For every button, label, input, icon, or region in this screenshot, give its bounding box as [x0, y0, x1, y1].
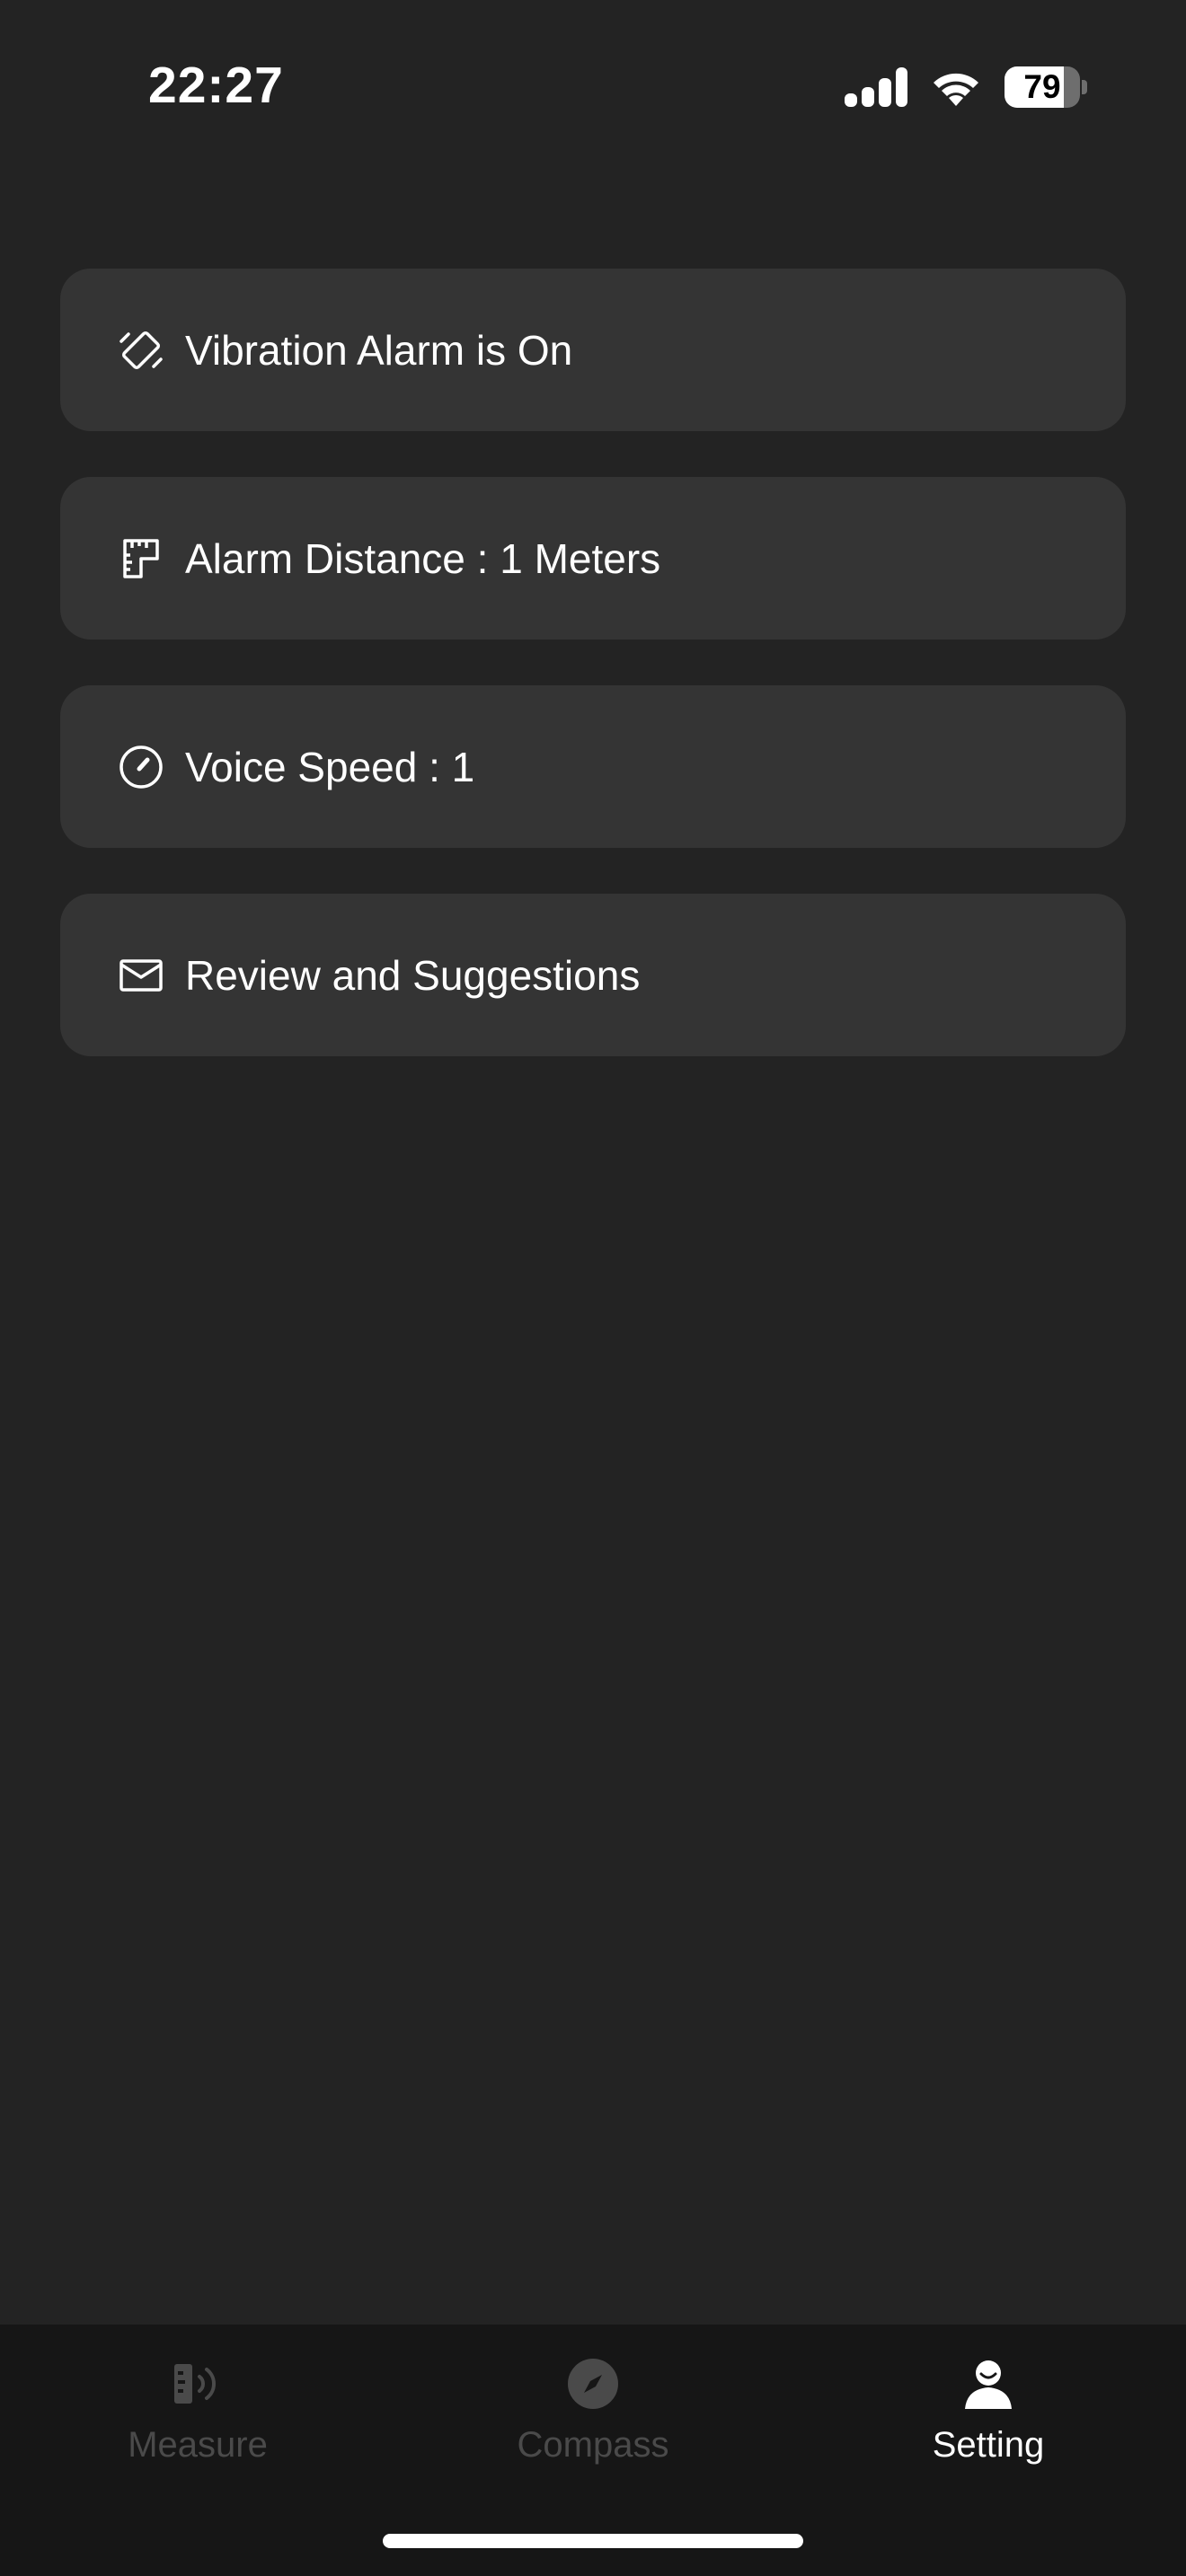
measure-icon [174, 2364, 216, 2404]
setting-label: Vibration Alarm is On [185, 326, 573, 374]
mail-icon [118, 952, 164, 999]
voice-speed-setting[interactable]: Voice Speed : 1 [60, 685, 1126, 848]
vibration-alarm-setting[interactable]: Vibration Alarm is On [60, 269, 1126, 431]
tab-label: Measure [128, 2425, 268, 2465]
speedometer-icon [118, 744, 164, 790]
vibration-icon [118, 327, 164, 374]
ruler-icon [118, 535, 164, 582]
home-indicator[interactable] [383, 2534, 803, 2548]
setting-label: Alarm Distance : 1 Meters [185, 534, 661, 582]
tab-label: Setting [932, 2425, 1045, 2465]
battery-percentage: 79 [1023, 68, 1061, 105]
status-icons: 79 [845, 65, 1087, 110]
battery-indicator: 79 [1005, 66, 1087, 108]
compass-icon [568, 2359, 618, 2409]
status-time: 22:27 [148, 57, 284, 114]
setting-label: Voice Speed : 1 [185, 743, 475, 790]
setting-label: Review and Suggestions [185, 951, 641, 999]
tab-compass[interactable]: Compass [395, 2325, 791, 2504]
wifi-icon [934, 73, 978, 106]
person-icon [965, 2360, 1012, 2409]
alarm-distance-setting[interactable]: Alarm Distance : 1 Meters [60, 477, 1126, 640]
tab-setting[interactable]: Setting [791, 2325, 1186, 2504]
signal-icon [845, 67, 907, 107]
status-bar: 22:27 79 [0, 0, 1186, 171]
review-suggestions-setting[interactable]: Review and Suggestions [60, 894, 1126, 1056]
tab-label: Compass [517, 2425, 669, 2465]
settings-list: Vibration Alarm is On Alarm Distance : 1… [60, 269, 1126, 1102]
tab-measure[interactable]: Measure [0, 2325, 395, 2504]
